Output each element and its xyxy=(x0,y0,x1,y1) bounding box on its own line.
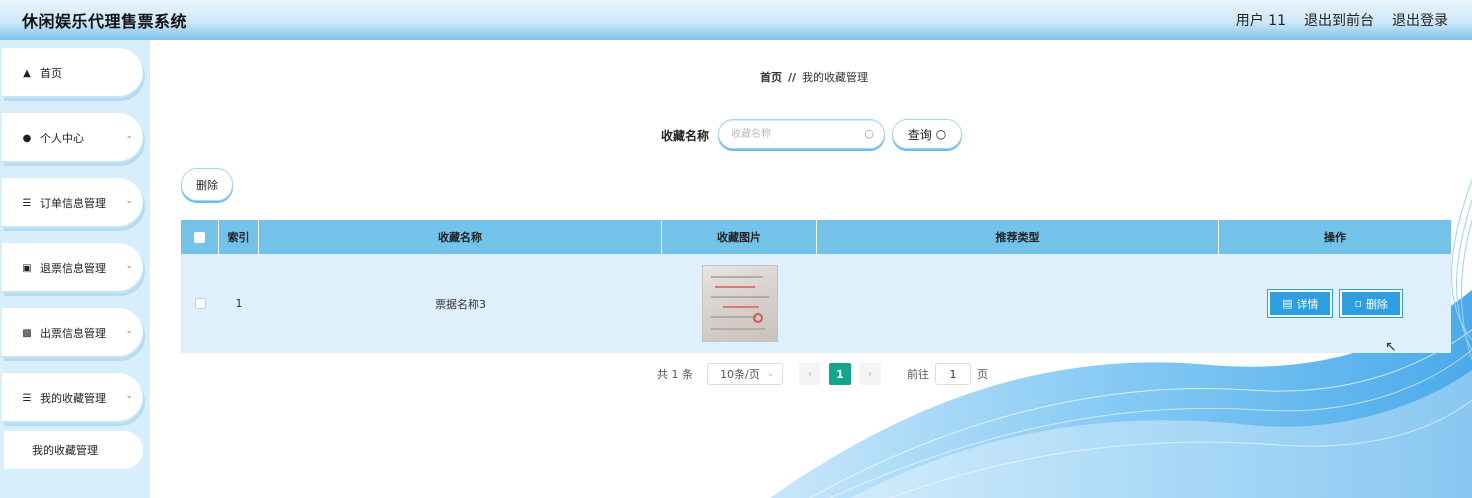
search-box: ○ xyxy=(718,119,885,149)
column-header-image: 收藏图片 xyxy=(662,220,817,254)
search-icon: ○ xyxy=(864,127,874,140)
row-checkbox[interactable] xyxy=(194,298,206,309)
page-size-value: 10条/页 xyxy=(720,368,760,381)
chevron-right-icon: › xyxy=(868,368,872,380)
detail-button-label: 详情 xyxy=(1296,297,1319,311)
top-bar: 休闲娱乐代理售票系统 用户 11 退出到前台 退出登录 xyxy=(0,0,1472,40)
submenu-item-my-favorites[interactable]: 我的收藏管理 xyxy=(4,431,143,469)
row-type xyxy=(817,254,1219,353)
breadcrumb-current: 我的收藏管理 xyxy=(802,71,869,84)
search-label: 收藏名称 xyxy=(661,129,710,143)
chevron-down-icon: ⌄ xyxy=(125,261,133,271)
next-page-button[interactable]: › xyxy=(859,363,881,385)
column-header-actions: 操作 xyxy=(1324,231,1346,244)
menu-icon: ☰ xyxy=(22,392,32,404)
document-icon: ▤ xyxy=(1282,297,1293,310)
sidebar-item-label: 个人中心 xyxy=(40,132,84,145)
search-input[interactable] xyxy=(719,120,849,148)
sidebar-item-issue-info[interactable]: ▩ 出票信息管理 ⌄ xyxy=(2,308,143,358)
list-icon: ☰ xyxy=(22,197,32,209)
thumb-mark xyxy=(714,286,755,288)
sidebar-item-home[interactable]: ▲ 首页 xyxy=(2,48,143,98)
ticket-icon: ▣ xyxy=(22,262,32,274)
sidebar-item-label: 退票信息管理 xyxy=(40,262,106,275)
thumb-stamp xyxy=(752,313,763,323)
thumb-line xyxy=(710,276,763,278)
thumb-line xyxy=(710,296,769,298)
sidebar-item-order-info[interactable]: ☰ 订单信息管理 ⌄ xyxy=(2,178,143,228)
app-title: 休闲娱乐代理售票系统 xyxy=(22,12,188,31)
prev-page-button[interactable]: ‹ xyxy=(799,363,821,385)
sidebar-item-label: 出票信息管理 xyxy=(40,327,106,340)
sidebar-item-my-favorites[interactable]: ☰ 我的收藏管理 ⌄ xyxy=(2,373,143,423)
page-unit-label: 页 xyxy=(977,368,988,381)
chevron-down-icon: ⌄ xyxy=(125,326,133,336)
breadcrumb: 首页 // 我的收藏管理 xyxy=(760,69,868,85)
chevron-left-icon: ‹ xyxy=(808,368,812,380)
sidebar-item-personal-center[interactable]: ● 个人中心 ⌄ xyxy=(2,113,143,163)
home-icon: ▲ xyxy=(23,67,31,79)
delete-button-label: 删除 xyxy=(1365,297,1388,311)
query-button-label: 查询 xyxy=(907,127,932,142)
chevron-down-icon: ⌄ xyxy=(125,391,133,401)
column-header-type: 推荐类型 xyxy=(817,220,1219,254)
row-name: 票据名称3 xyxy=(435,297,486,311)
sidebar-item-refund-info[interactable]: ▣ 退票信息管理 ⌄ xyxy=(2,243,143,293)
detail-button[interactable]: ▤ 详情 xyxy=(1268,290,1333,317)
chevron-down-icon: ⌄ xyxy=(125,196,133,206)
select-all-checkbox[interactable] xyxy=(194,231,205,243)
favorite-thumbnail[interactable] xyxy=(701,265,778,342)
column-header-name: 收藏名称 xyxy=(259,220,662,254)
sidebar-item-label: 首页 xyxy=(40,67,62,80)
current-user: 用户 11 xyxy=(1235,13,1286,29)
delete-button[interactable]: ▫ 删除 xyxy=(1340,290,1402,317)
header-select-all[interactable] xyxy=(181,220,219,254)
sidebar-item-label: 我的收藏管理 xyxy=(40,392,106,405)
search-icon: ○ xyxy=(935,127,947,141)
top-right-nav: 用户 11 退出到前台 退出登录 xyxy=(1236,10,1448,30)
user-icon: ● xyxy=(22,132,32,144)
chevron-down-icon: ⌄ xyxy=(125,131,133,141)
query-button[interactable]: 查询 ○ xyxy=(892,119,962,149)
main-content: 首页 // 我的收藏管理 收藏名称 ○ 查询 ○ 删除 索引 收藏名称 收藏图片 推… xyxy=(150,40,1472,498)
bulk-delete-button[interactable]: 删除 xyxy=(181,168,233,201)
table-row: 1 票据名称3 ▤ 详情 ▫ 删除 xyxy=(181,254,1451,353)
row-image-cell xyxy=(662,254,817,353)
chart-icon: ▩ xyxy=(22,327,32,339)
thumb-line xyxy=(710,328,765,330)
mouse-cursor-icon: ↖ xyxy=(1385,339,1397,355)
goto-label: 前往 xyxy=(907,368,929,381)
favorites-table: 索引 收藏名称 收藏图片 推荐类型 操作 1 票据名称3 ▤ 详情 ▫ 删除 xyxy=(181,220,1451,353)
page-number-button[interactable]: 1 xyxy=(829,363,851,385)
breadcrumb-home[interactable]: 首页 xyxy=(760,71,782,84)
goto-page-input[interactable] xyxy=(935,363,971,385)
thumb-mark xyxy=(722,306,759,308)
chevron-down-icon: ⌄ xyxy=(767,369,774,378)
pagination-total: 共 1 条 xyxy=(657,368,693,381)
row-select[interactable] xyxy=(181,254,219,353)
breadcrumb-separator: // xyxy=(788,71,797,84)
row-actions: ▤ 详情 ▫ 删除 xyxy=(1219,254,1451,353)
back-to-front-link[interactable]: 退出到前台 xyxy=(1304,10,1374,30)
table-header: 索引 收藏名称 收藏图片 推荐类型 操作 xyxy=(181,220,1451,254)
column-header-index: 索引 xyxy=(219,220,259,254)
thumb-line xyxy=(710,316,757,318)
sidebar-item-label: 订单信息管理 xyxy=(40,197,106,210)
logout-link[interactable]: 退出登录 xyxy=(1392,10,1448,30)
row-index: 1 xyxy=(235,297,243,310)
sidebar: ▲ 首页 ● 个人中心 ⌄ ☰ 订单信息管理 ⌄ ▣ 退票信息管理 ⌄ ▩ 出票… xyxy=(0,40,150,498)
trash-icon: ▫ xyxy=(1354,297,1362,310)
pagination: 共 1 条 10条/页 ⌄ ‹ 1 › 前往 页 xyxy=(657,363,988,385)
page-size-select[interactable]: 10条/页 ⌄ xyxy=(707,363,783,385)
